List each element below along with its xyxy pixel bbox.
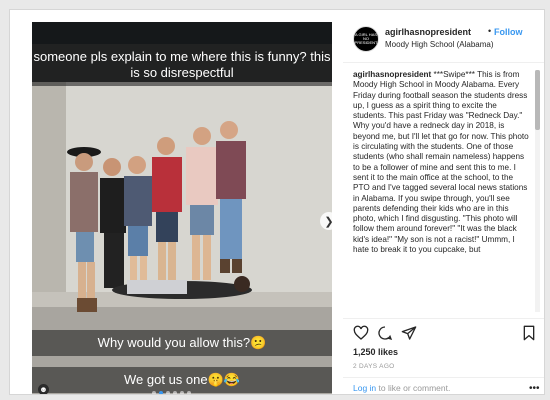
caption-body: agirlhasnopresident ***Swipe*** This is … [353, 70, 531, 312]
carousel-dot [180, 391, 184, 394]
carousel-dot [152, 391, 156, 394]
user-tag-icon[interactable]: ☻ [38, 384, 49, 394]
separator-dot: • [488, 26, 492, 36]
heart-icon[interactable] [353, 325, 369, 341]
carousel-dot [187, 391, 191, 394]
likes-count[interactable]: 1,250 likes [353, 347, 398, 357]
avatar[interactable]: A GIRL HAS NO PRESIDENT [353, 26, 379, 52]
post-timestamp: 2 DAYS AGO [353, 363, 395, 370]
login-prompt: Log in to like or comment. [353, 383, 450, 393]
chevron-right-icon: ❯ [324, 215, 332, 228]
comments-scrollbar[interactable] [535, 70, 540, 312]
avatar-text: A GIRL HAS NO PRESIDENT [354, 32, 378, 45]
caption-username[interactable]: agirlhasnopresident [353, 70, 431, 79]
post-photo[interactable]: someone pls explain to me where this is … [32, 22, 332, 394]
comment-icon[interactable] [377, 325, 393, 341]
login-link[interactable]: Log in [353, 383, 376, 393]
carousel-indicator [152, 391, 191, 394]
carousel-dot [159, 391, 163, 394]
username-link[interactable]: agirlhasnopresident [385, 27, 471, 37]
post-header: A GIRL HAS NO PRESIDENT agirlhasnopresid… [343, 10, 544, 63]
login-prompt-text: to like or comment. [376, 383, 451, 393]
carousel-dot [166, 391, 170, 394]
caption-text: ***Swipe*** This is from Moody High Scho… [353, 70, 529, 255]
follow-button[interactable]: Follow [494, 27, 523, 37]
scrollbar-thumb[interactable] [535, 70, 540, 130]
login-row: Log in to like or comment. ••• [343, 377, 544, 394]
carousel-dot [173, 391, 177, 394]
photo-caption-top: someone pls explain to me where this is … [32, 44, 332, 86]
more-options-icon[interactable]: ••• [529, 383, 540, 394]
photo-caption-bottom: We got us one🤫😂 [32, 367, 332, 393]
location-link[interactable]: Moody High School (Alabama) [385, 40, 494, 49]
bookmark-icon[interactable] [521, 325, 537, 341]
photo-caption-middle: Why would you allow this?😕 [32, 330, 332, 356]
share-icon[interactable] [401, 325, 417, 341]
instagram-post-card: someone pls explain to me where this is … [9, 9, 545, 395]
post-actions: 1,250 likes 2 DAYS AGO Log in to like or… [343, 318, 544, 394]
post-sidebar: A GIRL HAS NO PRESIDENT agirlhasnopresid… [343, 10, 544, 394]
carousel-next-button[interactable]: ❯ [320, 212, 332, 230]
